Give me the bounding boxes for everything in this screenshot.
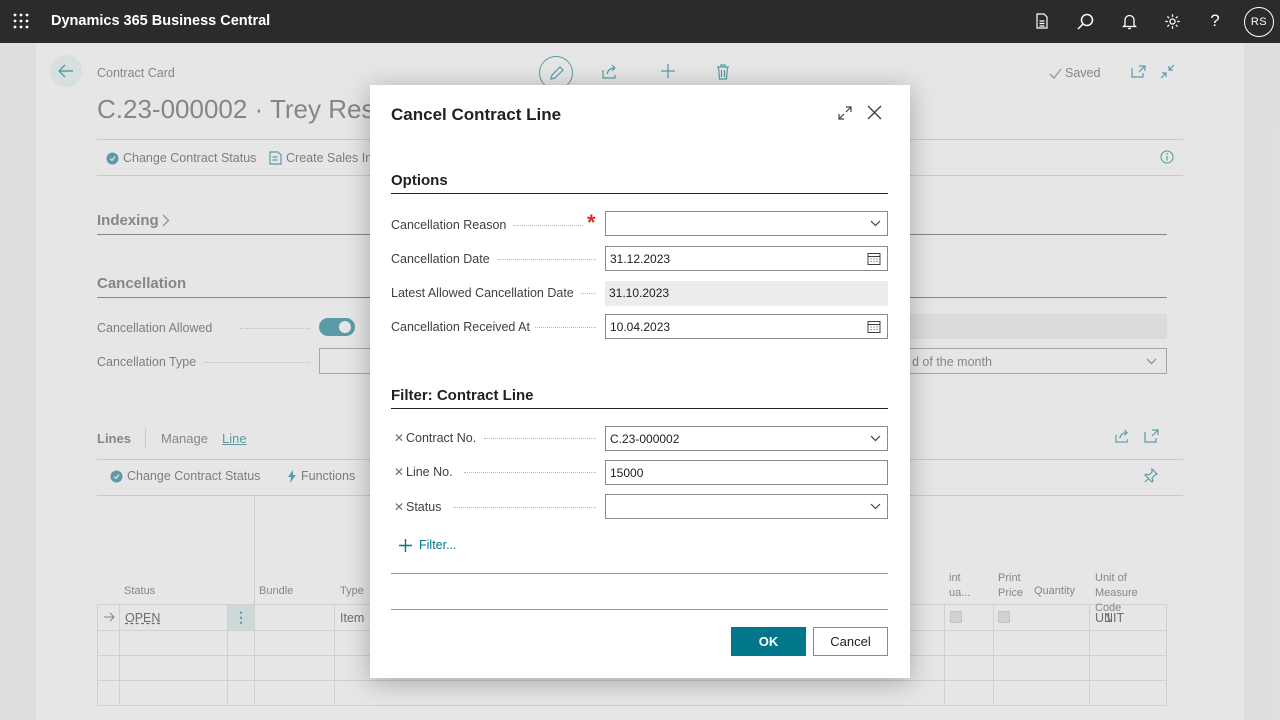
cancellation-reason-label: Cancellation Reason: [391, 218, 507, 232]
document-icon[interactable]: [1031, 10, 1053, 32]
cancel-contract-line-dialog: Cancel Contract Line Options Cancellatio…: [370, 85, 910, 678]
remove-filter-icon[interactable]: ✕: [394, 465, 404, 479]
status-filter-select[interactable]: [605, 494, 888, 519]
chevron-down-icon: [870, 220, 881, 227]
calendar-icon: [867, 253, 881, 265]
avatar[interactable]: RS: [1244, 7, 1274, 37]
chevron-down-icon: [870, 503, 881, 510]
bell-icon[interactable]: [1118, 10, 1140, 32]
contract-no-label: Contract No.: [406, 431, 477, 445]
search-icon[interactable]: [1074, 10, 1096, 32]
ok-button[interactable]: OK: [731, 627, 806, 656]
add-filter-link[interactable]: Filter...: [399, 538, 457, 552]
options-section-title: Options: [391, 172, 448, 189]
apps-grid-icon[interactable]: [10, 10, 32, 32]
maximize-icon[interactable]: [838, 106, 852, 120]
line-no-label: Line No.: [406, 465, 453, 479]
line-no-input[interactable]: 15000: [605, 460, 888, 485]
cancellation-date-input[interactable]: 31.12.2023: [605, 246, 888, 271]
contract-no-select[interactable]: C.23-000002: [605, 426, 888, 451]
filter-section-title: Filter: Contract Line: [391, 387, 534, 404]
remove-filter-icon[interactable]: ✕: [394, 431, 404, 445]
cancellation-received-label: Cancellation Received At: [391, 320, 530, 334]
help-icon[interactable]: ?: [1204, 10, 1226, 32]
plus-icon: [399, 538, 412, 552]
gear-icon[interactable]: [1161, 10, 1183, 32]
close-icon[interactable]: [867, 105, 882, 120]
cancel-button[interactable]: Cancel: [813, 627, 888, 656]
status-filter-label: Status: [406, 500, 442, 514]
cancellation-received-input[interactable]: 10.04.2023: [605, 314, 888, 339]
cancellation-date-label: Cancellation Date: [391, 252, 490, 266]
chevron-down-icon: [870, 435, 881, 442]
cancellation-reason-select[interactable]: [605, 211, 888, 236]
dialog-title: Cancel Contract Line: [391, 105, 562, 124]
required-indicator: *: [587, 210, 596, 235]
latest-allowed-date-value: 31.10.2023: [605, 281, 888, 306]
calendar-icon: [867, 321, 881, 333]
app-title[interactable]: Dynamics 365 Business Central: [51, 13, 270, 29]
latest-allowed-date-label: Latest Allowed Cancellation Date: [391, 286, 574, 300]
top-bar: Dynamics 365 Business Central ? RS: [0, 0, 1280, 43]
remove-filter-icon[interactable]: ✕: [394, 500, 404, 514]
